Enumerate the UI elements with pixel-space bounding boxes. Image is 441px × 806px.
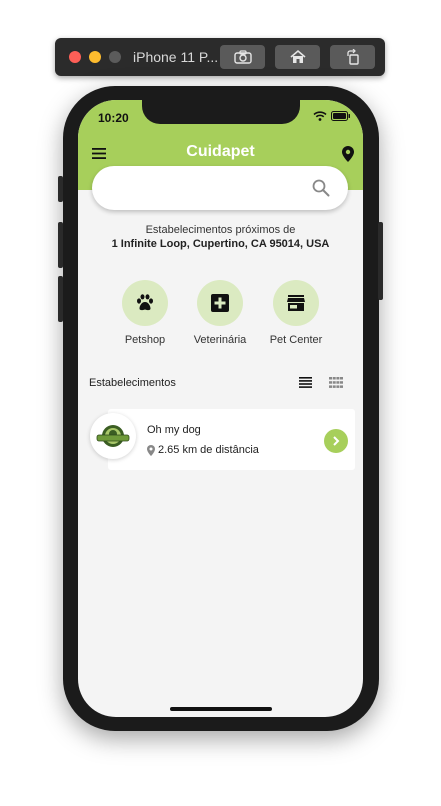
establishment-card[interactable] <box>108 409 355 470</box>
nearby-label: Estabelecimentos próximos de <box>145 224 296 236</box>
close-window-button[interactable] <box>69 51 81 63</box>
app-screen: 10:20 Cuidapet Estabelecimentos próximos… <box>78 100 363 717</box>
category-pet-center[interactable]: Pet Center <box>258 280 334 346</box>
minimize-window-button[interactable] <box>89 51 101 63</box>
paw-icon <box>137 294 153 311</box>
volume-up-button <box>58 222 63 268</box>
establishment-distance-row: 2.65 km de distância <box>147 444 259 456</box>
power-button <box>378 222 383 300</box>
app-title: Cuidapet <box>186 143 255 160</box>
simulator-toolbar: iPhone 11 P... <box>55 38 385 76</box>
search-icon[interactable] <box>312 179 330 197</box>
nearby-address: 1 Infinite Loop, Cupertino, CA 95014, US… <box>111 238 330 250</box>
category-veterinaria[interactable]: Veterinária <box>182 280 258 346</box>
dog-logo-icon <box>96 425 130 447</box>
mute-switch <box>58 176 63 202</box>
home-button[interactable] <box>275 45 320 69</box>
category-icon-circle <box>197 280 243 326</box>
rotate-button[interactable] <box>330 45 375 69</box>
location-pin-icon <box>147 444 155 456</box>
store-icon <box>287 295 305 311</box>
camera-icon <box>233 50 252 64</box>
category-label: Petshop <box>124 334 166 346</box>
category-label: Veterinária <box>193 334 247 346</box>
grid-view-icon[interactable] <box>329 377 343 388</box>
establishment-name: Oh my dog <box>147 424 201 436</box>
medical-cross-icon <box>211 294 229 312</box>
rotate-icon <box>346 49 359 65</box>
simulator-title: iPhone 11 P... <box>133 49 219 65</box>
chevron-right-icon <box>333 436 340 446</box>
category-petshop[interactable]: Petshop <box>107 280 183 346</box>
category-icon-circle <box>122 280 168 326</box>
screenshot-button[interactable] <box>220 45 265 69</box>
zoom-window-button[interactable] <box>109 51 121 63</box>
volume-down-button <box>58 276 63 322</box>
status-time: 10:20 <box>98 111 129 125</box>
location-pin-icon[interactable] <box>342 146 354 162</box>
open-establishment-button[interactable] <box>324 429 348 453</box>
battery-icon <box>331 111 350 121</box>
search-input[interactable] <box>110 166 306 210</box>
category-label: Pet Center <box>269 334 323 346</box>
notch <box>142 100 300 124</box>
wifi-icon <box>313 111 327 121</box>
home-icon <box>289 49 306 63</box>
category-icon-circle <box>273 280 319 326</box>
home-indicator <box>170 707 272 711</box>
status-icons <box>313 111 351 121</box>
establishments-title: Estabelecimentos <box>89 377 176 389</box>
establishment-logo <box>90 413 136 459</box>
establishment-distance: 2.65 km de distância <box>158 444 259 456</box>
list-view-icon[interactable] <box>299 377 312 388</box>
search-bar <box>92 166 348 210</box>
